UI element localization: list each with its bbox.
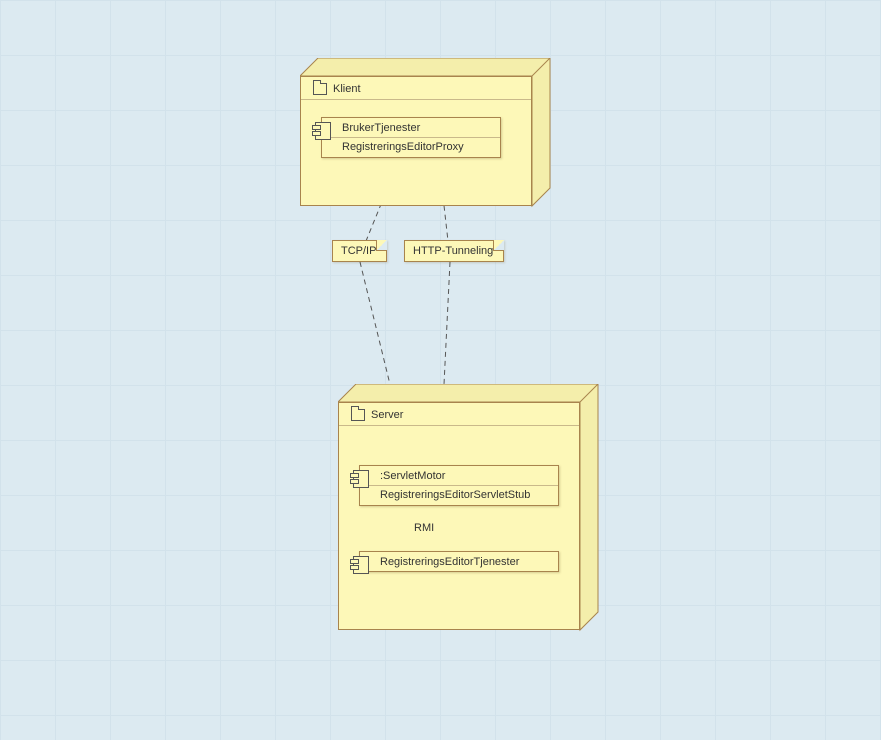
note-http-tunneling: HTTP-Tunneling xyxy=(404,240,504,262)
package-icon xyxy=(313,83,327,95)
label-rmi: RMI xyxy=(414,522,434,534)
component-icon xyxy=(353,470,369,488)
note-tcpip: TCP/IP xyxy=(332,240,387,262)
klient-title: Klient xyxy=(333,83,361,95)
brukertjenester-name: BrukerTjenester xyxy=(342,122,420,134)
brukertjenester-item: RegistreringsEditorProxy xyxy=(322,138,500,157)
component-servletmotor: :ServletMotor RegistreringsEditorServlet… xyxy=(359,465,559,506)
note-http-text: HTTP-Tunneling xyxy=(413,245,493,257)
server-title: Server xyxy=(371,409,403,421)
component-brukertjenester: BrukerTjenester RegistreringsEditorProxy xyxy=(321,117,501,158)
servletmotor-name: :ServletMotor xyxy=(380,470,445,482)
node-klient: Klient BrukerTjenester RegistreringsEdit… xyxy=(300,58,550,208)
servletmotor-item: RegistreringsEditorServletStub xyxy=(360,486,558,505)
editor-tjenester-name: RegistreringsEditorTjenester xyxy=(380,556,519,568)
server-title-row: Server xyxy=(339,403,579,426)
component-icon xyxy=(353,556,369,574)
node-server: Server :ServletMotor RegistreringsEditor… xyxy=(338,384,606,634)
klient-title-row: Klient xyxy=(301,77,531,100)
package-icon xyxy=(351,409,365,421)
component-icon xyxy=(315,122,331,140)
component-editor-tjenester: RegistreringsEditorTjenester xyxy=(359,551,559,572)
note-tcpip-text: TCP/IP xyxy=(341,245,376,257)
